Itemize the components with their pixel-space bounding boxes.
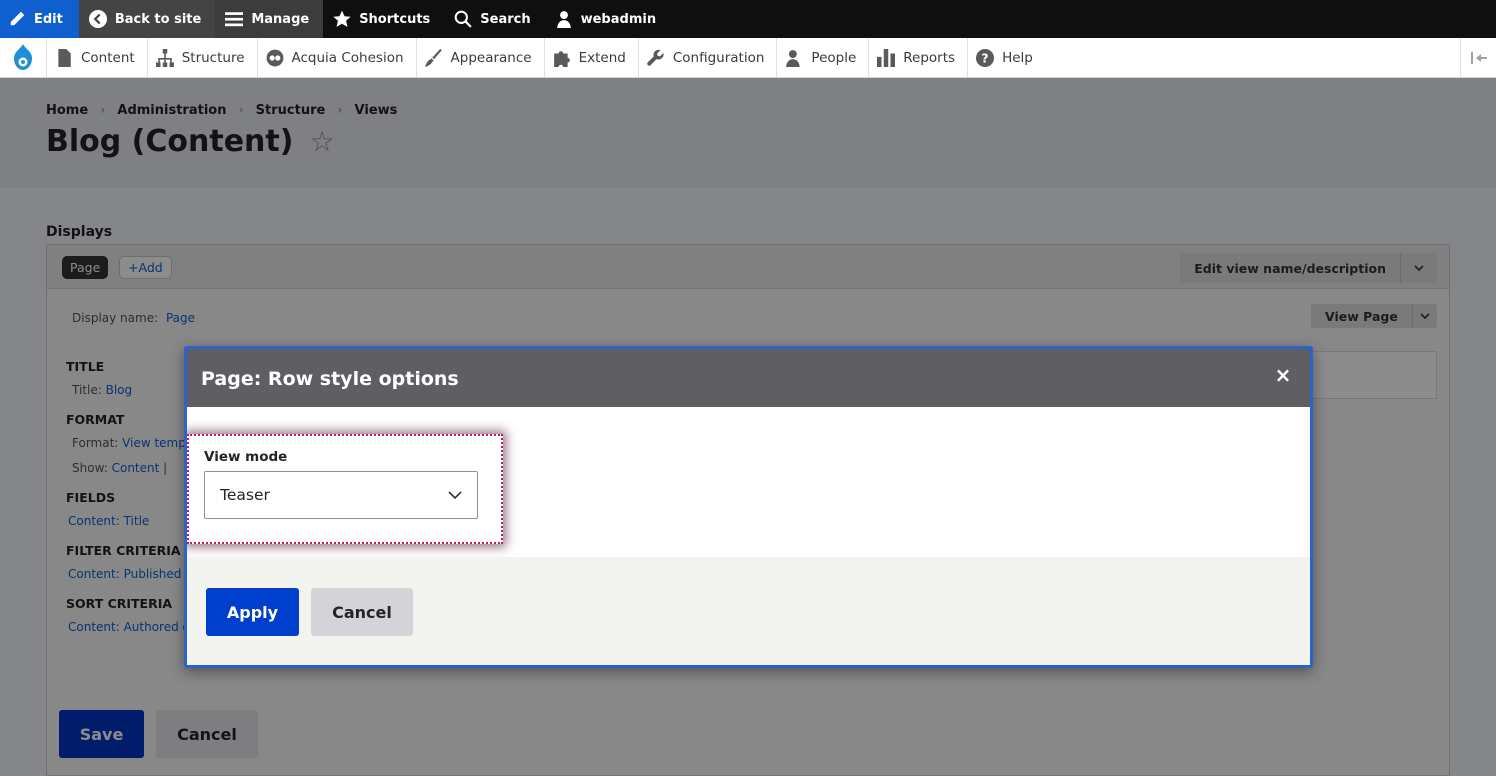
tray-item-acquia-cohesion[interactable]: Acquia Cohesion [256,38,416,77]
cohesion-icon [266,49,283,66]
paintbrush-icon [424,48,442,67]
dialog-footer: Apply Cancel [187,557,1310,665]
chevron-down-icon [448,491,462,500]
search-button[interactable]: Search [444,0,544,38]
tray-spacer [1045,38,1460,77]
puzzle-icon [553,50,570,67]
user-name: webadmin [580,11,657,27]
document-icon [58,48,71,67]
tray-item-label: Configuration [672,49,765,66]
admin-toolbar: Edit Back to site Manage Shortcuts Searc… [0,0,1496,38]
user-icon [555,10,573,28]
shortcuts-button[interactable]: Shortcuts [323,0,444,38]
tray-item-label: Acquia Cohesion [291,49,404,66]
back-to-site-button[interactable]: Back to site [78,0,216,38]
tray-item-label: Help [1002,49,1033,66]
search-icon [454,10,472,28]
manage-label: Manage [251,11,310,27]
view-mode-selected-value: Teaser [220,486,270,504]
user-menu-button[interactable]: webadmin [545,0,670,38]
wrench-icon [647,49,664,66]
tray-item-label: Content [81,49,135,66]
pencil-icon [8,10,26,28]
tray-item-appearance[interactable]: Appearance [415,38,544,77]
tray-item-help[interactable]: ? Help [967,38,1045,77]
tray-item-label: Reports [903,49,956,66]
tray-item-label: People [811,49,857,66]
drupal-logo-icon[interactable] [0,38,46,77]
star-icon [333,10,351,28]
apply-button[interactable]: Apply [206,588,299,636]
collapse-tray-icon[interactable] [1460,38,1496,77]
people-icon [786,49,801,67]
bar-chart-icon [877,48,896,67]
svg-text:?: ? [981,51,988,65]
view-mode-select[interactable]: Teaser [204,471,478,519]
cancel-button[interactable]: Cancel [311,588,413,636]
edit-toolbar-button[interactable]: Edit [0,0,79,38]
tray-item-label: Structure [181,49,245,66]
search-label: Search [480,11,531,27]
tray-item-label: Extend [578,49,626,66]
row-style-options-dialog: Page: Row style options × View mode Teas… [184,346,1313,668]
tray-item-configuration[interactable]: Configuration [637,38,777,77]
help-icon: ? [976,48,995,67]
dialog-body: View mode Teaser [187,407,1310,557]
manage-button[interactable]: Manage [215,0,324,38]
edit-label: Edit [34,11,63,27]
tray-item-structure[interactable]: Structure [146,38,257,77]
tray-item-content[interactable]: Content [46,38,147,77]
close-icon[interactable]: × [1272,363,1294,387]
structure-icon [155,48,174,67]
shortcuts-label: Shortcuts [359,11,431,27]
view-mode-label: View mode [204,449,288,465]
hamburger-icon [225,10,244,28]
tray-item-label: Appearance [450,49,532,66]
back-arrow-icon [88,10,107,28]
tray-item-reports[interactable]: Reports [868,38,967,77]
dialog-title-bar: Page: Row style options × [187,349,1310,407]
dialog-title: Page: Row style options [201,368,459,390]
tray-item-extend[interactable]: Extend [543,38,638,77]
back-to-site-label: Back to site [114,11,202,27]
admin-tray: Content Structure Acquia Cohesion Appear… [0,38,1496,78]
view-mode-field-highlight: View mode Teaser [187,434,503,544]
tray-item-people[interactable]: People [776,38,868,77]
